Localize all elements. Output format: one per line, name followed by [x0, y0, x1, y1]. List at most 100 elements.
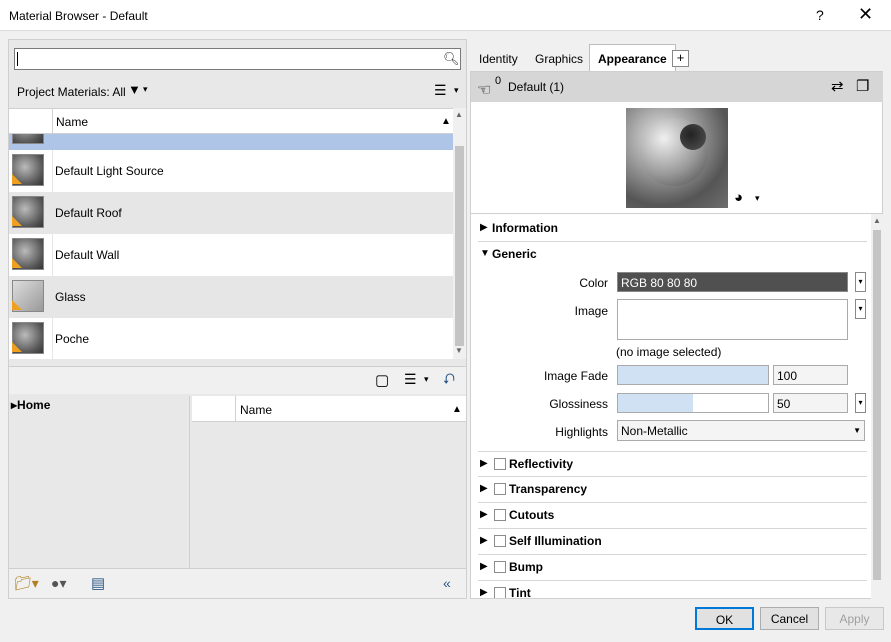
color-dropdown[interactable]: ▾ [855, 272, 866, 292]
tab-appearance[interactable]: Appearance [589, 44, 676, 71]
color-label: Color [579, 276, 608, 290]
view-options-icon[interactable]: ☰ [404, 371, 417, 388]
replace-asset-icon[interactable]: ⇄ [831, 77, 844, 95]
highlights-select[interactable]: Non-Metallic ▼ [617, 420, 865, 441]
glossiness-label: Glossiness [549, 397, 608, 411]
project-materials-label: Project Materials: All [17, 85, 126, 99]
sort-ascending-icon[interactable]: ▲ [452, 404, 462, 415]
preview-options-icon[interactable]: ◕ [734, 189, 743, 206]
badge-icon [12, 300, 22, 310]
image-fade-slider[interactable] [617, 365, 769, 385]
duplicate-asset-icon[interactable]: ❐ [856, 77, 869, 95]
list-item[interactable]: Default Light Source [9, 150, 453, 192]
section-cutouts[interactable]: ▶ Cutouts [478, 503, 867, 529]
preview-sphere-hole [680, 124, 706, 150]
materials-scrollbar[interactable]: ▲ ▼ [453, 108, 466, 359]
chevron-down-icon[interactable]: ▼ [853, 426, 861, 435]
material-name: Default Roof [55, 206, 122, 220]
scroll-thumb[interactable] [873, 230, 881, 580]
expand-arrow-icon[interactable]: ▶ [480, 458, 488, 469]
section-label: Bump [509, 560, 543, 574]
section-reflectivity[interactable]: ▶ Reflectivity [478, 451, 867, 477]
ok-button[interactable]: OK [695, 607, 754, 630]
chevron-down-icon[interactable]: ▾ [143, 84, 148, 95]
sort-ascending-icon[interactable]: ▲ [441, 116, 451, 127]
cancel-button[interactable]: Cancel [760, 607, 819, 630]
section-tint[interactable]: ▶ Tint [478, 581, 867, 598]
apply-button[interactable]: Apply [825, 607, 884, 630]
section-generic[interactable]: ▼ Generic [478, 242, 867, 268]
row-divider [52, 150, 53, 192]
scroll-thumb[interactable] [455, 146, 464, 346]
scroll-up-icon[interactable]: ▲ [455, 110, 463, 119]
material-thumbnail [12, 134, 44, 144]
filter-icon[interactable]: ▼ [128, 82, 141, 97]
library-folder-icon[interactable]: 📁︎▾ [14, 575, 39, 592]
chevron-down-icon[interactable]: ▾ [424, 374, 429, 385]
appearance-scrollbar[interactable]: ▲ [871, 214, 883, 599]
section-information[interactable]: ▶ Information [478, 216, 867, 242]
section-bump[interactable]: ▶ Bump [478, 555, 867, 581]
list-item[interactable]: Glass [9, 276, 453, 318]
expand-arrow-icon[interactable]: ▶ [480, 222, 488, 233]
image-field[interactable] [617, 299, 848, 340]
tab-identity[interactable]: Identity [471, 47, 526, 71]
self-illumination-checkbox[interactable] [494, 535, 506, 547]
name-column-header[interactable]: Name [56, 115, 88, 129]
collapse-down-icon[interactable]: ⮏ [443, 369, 455, 394]
material-name: Default Wall [55, 248, 120, 262]
image-fade-label: Image Fade [543, 369, 608, 383]
name-column-header[interactable]: Name [240, 403, 272, 417]
list-item[interactable]: Poche [9, 318, 453, 359]
expand-arrow-icon[interactable]: ▶ [480, 587, 488, 598]
bump-checkbox[interactable] [494, 561, 506, 573]
color-swatch[interactable]: RGB 80 80 80 [617, 272, 848, 292]
materials-list: Default Light Source Default Roof Defaul… [9, 134, 453, 359]
scroll-up-icon[interactable]: ▲ [873, 216, 881, 225]
list-item[interactable]: Default Roof [9, 192, 453, 234]
transparency-checkbox[interactable] [494, 483, 506, 495]
search-icon[interactable]: 🔍︎ [443, 51, 460, 67]
tree-item-home[interactable]: ▸Home [11, 398, 50, 412]
section-label: Reflectivity [509, 457, 574, 471]
help-button[interactable]: ? [816, 7, 824, 23]
expand-arrow-icon[interactable]: ▶ [480, 509, 488, 520]
tab-graphics[interactable]: Graphics [527, 47, 591, 71]
search-input[interactable]: 🔍︎ [14, 48, 461, 70]
image-dropdown[interactable]: ▾ [855, 299, 866, 319]
collapse-left-icon[interactable]: « [443, 575, 451, 591]
add-tab-button[interactable]: + [672, 50, 689, 67]
list-item[interactable]: Default Wall [9, 234, 453, 276]
library-grid-header[interactable]: Name ▲ [192, 396, 466, 422]
section-self-illumination[interactable]: ▶ Self Illumination [478, 529, 867, 555]
asset-browser-icon[interactable]: ▤ [91, 574, 105, 592]
materials-grid-header[interactable]: Name ▲ [9, 108, 453, 135]
close-button[interactable]: ✕ [858, 4, 873, 25]
section-label: Transparency [509, 482, 588, 496]
expand-arrow-icon[interactable]: ▶ [480, 535, 488, 546]
create-material-icon[interactable]: ●▾ [51, 575, 66, 592]
expand-arrow-icon[interactable]: ▶ [480, 561, 488, 572]
image-fade-value[interactable]: 100 [773, 365, 848, 385]
asset-header: ☜ 0 Default (1) ⇄ ❐ [471, 72, 883, 102]
tint-checkbox[interactable] [494, 587, 506, 598]
glossiness-dropdown[interactable]: ▾ [855, 393, 866, 413]
panel-toggle-icon[interactable]: ▢ [375, 371, 389, 389]
expand-arrow-icon[interactable]: ▶ [480, 483, 488, 494]
glossiness-value[interactable]: 50 [773, 393, 848, 413]
reflectivity-checkbox[interactable] [494, 458, 506, 470]
project-materials-header: Project Materials: All ▼ ▾ ☰ ▾ [9, 78, 466, 106]
view-options-icon[interactable]: ☰ [434, 82, 447, 99]
collapse-arrow-icon[interactable]: ▼ [480, 248, 490, 259]
glossiness-slider[interactable] [617, 393, 769, 413]
chevron-down-icon[interactable]: ▾ [454, 85, 459, 96]
section-transparency[interactable]: ▶ Transparency [478, 477, 867, 503]
window-title: Material Browser - Default [9, 9, 148, 23]
cutouts-checkbox[interactable] [494, 509, 506, 521]
list-item[interactable] [9, 134, 453, 150]
material-preview [626, 108, 728, 208]
scroll-down-icon[interactable]: ▼ [455, 346, 463, 355]
asset-hand-icon: ☜ [477, 82, 492, 99]
chevron-down-icon[interactable]: ▾ [755, 193, 760, 204]
title-bar: Material Browser - Default ? ✕ [0, 0, 891, 31]
